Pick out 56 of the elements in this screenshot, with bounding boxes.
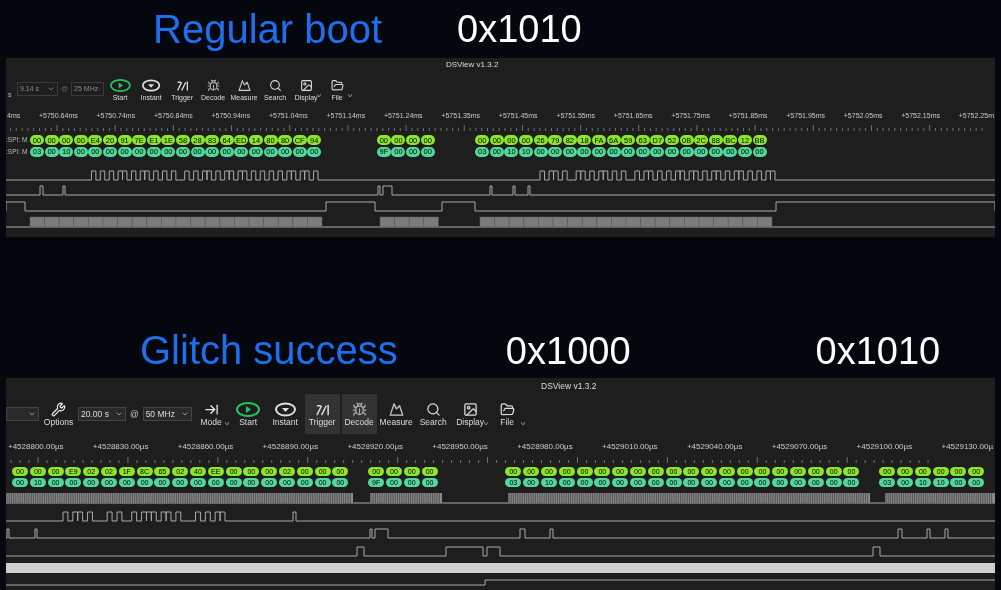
toolbar-button[interactable]: Mode [193, 394, 229, 434]
mountain-icon [388, 402, 404, 418]
toolbar-button[interactable]: Display [452, 394, 488, 434]
slide-heading: Glitch success [140, 330, 398, 370]
toolbar-button[interactable]: Measure [378, 394, 414, 434]
hex-value: 0x1010 [457, 10, 582, 48]
bug-icon [206, 79, 220, 92]
time-label: +4528920.00µs [347, 441, 403, 453]
play-icon [236, 402, 261, 418]
toolbar-button[interactable]: Trigger [304, 394, 340, 434]
eye-shape-icon [274, 402, 296, 418]
toolbar-button[interactable]: Start [230, 394, 266, 434]
toolbar-button[interactable]: Options [41, 394, 76, 434]
eye-shape-icon [142, 79, 161, 92]
time-label: +4528890.00µs [262, 441, 319, 453]
time-label: +4528860.00µs [177, 441, 234, 453]
folder-icon [330, 79, 344, 92]
play-icon [109, 79, 131, 92]
time-label: +4529040.00µs [686, 441, 743, 453]
bug-icon [351, 402, 367, 418]
wrench-icon [51, 402, 66, 418]
chevron-icon [115, 410, 123, 418]
hex-value: 0x1000 [505, 332, 631, 370]
chevron-icon [180, 410, 189, 418]
time-label: +4528800.00µs [8, 441, 64, 453]
time-label: +4529130.00µ [941, 441, 993, 453]
dropdown-field[interactable]: 20.00 s [78, 407, 126, 421]
dropdown-field[interactable] [6, 407, 39, 421]
at-sign: @ [129, 407, 140, 421]
search-icon [425, 402, 441, 418]
slide-heading: Regular boot [153, 9, 383, 49]
image-icon [462, 402, 478, 418]
mountain-icon [237, 79, 251, 92]
toolbar-button[interactable]: Decode [341, 394, 377, 434]
toolbar-button[interactable]: Search [415, 394, 451, 434]
toolbar-button[interactable]: Instant [267, 394, 303, 434]
time-label: +4528950.00µs [432, 441, 488, 453]
chevron-icon [47, 85, 55, 93]
window-title: DSView v1.3.2 [541, 379, 597, 393]
clock-burst [370, 492, 442, 504]
toolbar-button[interactable]: File [489, 394, 525, 434]
time-label: +4528980.00µs [517, 441, 573, 453]
bus-segment [379, 216, 439, 228]
slash-lines-icon [314, 402, 330, 418]
time-label: +4529070.00µs [771, 441, 828, 453]
image-icon [299, 79, 313, 92]
slash-lines-icon [175, 79, 189, 92]
time-label: +4528830.00µs [92, 441, 149, 453]
window-title: DSView v1.3.2 [446, 59, 499, 71]
time-label: +4529010.00µs [602, 441, 658, 453]
folder-icon [499, 402, 515, 418]
time-label: +4529100.00µs [856, 441, 913, 453]
dropdown-field[interactable]: 50 MHz [142, 407, 192, 421]
search-icon [268, 79, 282, 92]
hex-value: 0x1010 [815, 332, 941, 370]
chevron-icon [28, 410, 36, 418]
